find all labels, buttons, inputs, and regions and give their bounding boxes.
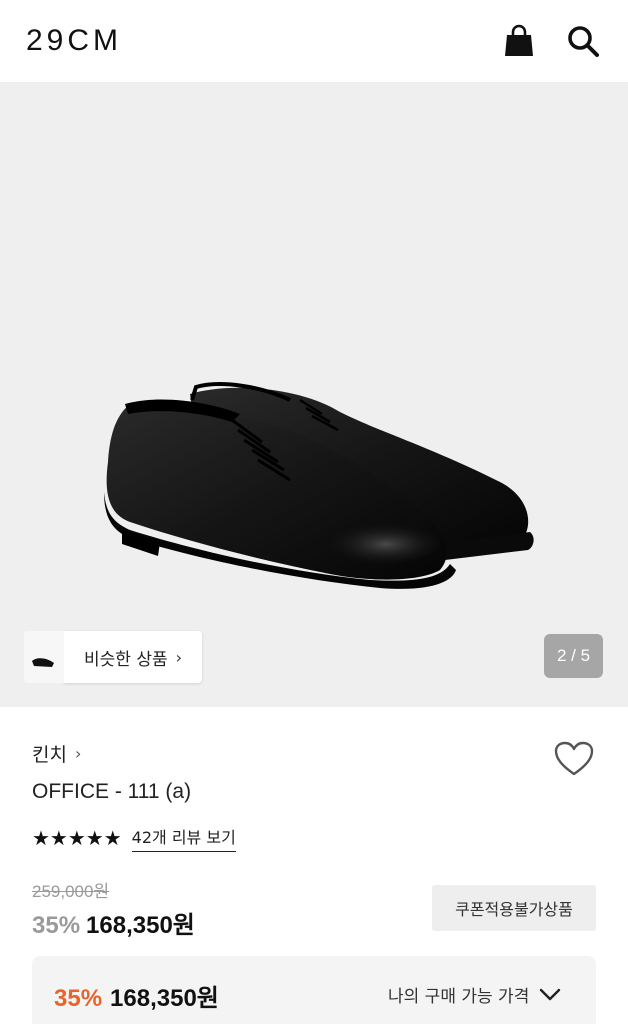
product-title: OFFICE - 111 (a) [32, 780, 192, 803]
my-price-row: 35% 168,350원 [54, 978, 219, 1013]
product-image-carousel[interactable]: 비슷한 상품 › 2 / 5 [0, 82, 628, 707]
similar-product-thumbnail [24, 631, 64, 683]
thumbnail-shoe-image [32, 658, 54, 667]
my-price-label: 나의 구매 가능 가격 [388, 987, 530, 1007]
my-price: 168,350원 [110, 985, 219, 1012]
similar-products-label: 비슷한 상품 [84, 649, 168, 670]
my-discount-rate: 35% [54, 985, 103, 1012]
product-image [104, 382, 534, 589]
chevron-right-icon: › [175, 647, 183, 667]
chevron-down-icon [540, 988, 561, 1000]
my-price-panel[interactable]: 35% 168,350원 나의 구매 가능 가격 [32, 956, 596, 1024]
image-pager: 2 / 5 [544, 634, 603, 678]
discount-rate: 35% [32, 912, 81, 939]
search-icon[interactable] [566, 24, 600, 58]
brand-link[interactable]: 킨치 › [32, 740, 81, 767]
coupon-unavailable-badge: 쿠폰적용불가상품 [432, 885, 596, 931]
star-rating-icon: ★★★★★ [32, 826, 122, 850]
similar-products-label-wrap: 비슷한 상품 › [64, 631, 203, 683]
price-row: 35% 168,350원 [32, 905, 195, 940]
brand-name: 킨치 [32, 744, 67, 766]
sale-price: 168,350원 [86, 912, 195, 939]
logo[interactable]: 29CM [26, 24, 122, 58]
chevron-right-icon: › [74, 744, 82, 763]
app-header: 29CM [0, 0, 628, 82]
similar-products-button[interactable]: 비슷한 상품 › [24, 631, 203, 683]
rating-row: ★★★★★ 42개 리뷰 보기 [32, 824, 236, 852]
heart-icon[interactable] [553, 740, 595, 778]
shopping-bag-icon[interactable] [502, 24, 536, 58]
original-price: 259,000원 [32, 882, 110, 901]
review-link[interactable]: 42개 리뷰 보기 [131, 824, 236, 852]
my-price-toggle[interactable]: 나의 구매 가능 가격 [388, 982, 561, 1007]
